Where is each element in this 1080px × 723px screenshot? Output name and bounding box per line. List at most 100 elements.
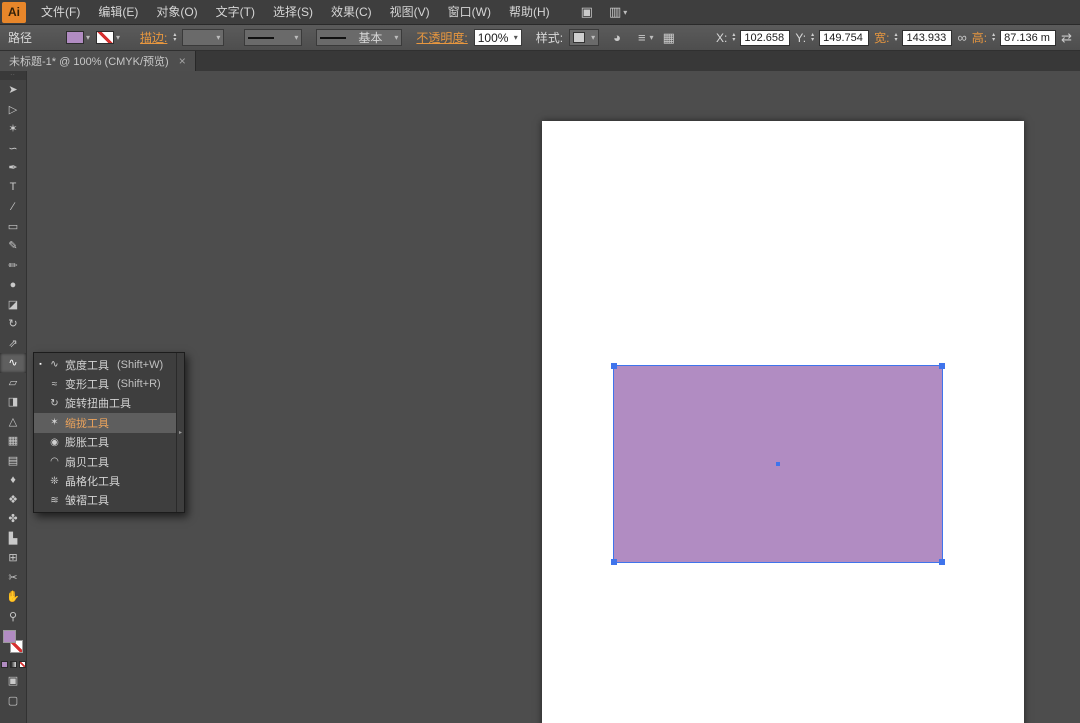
lasso-tool-icon[interactable]: ∽ xyxy=(0,139,26,159)
selected-rectangle[interactable] xyxy=(613,365,943,563)
x-input[interactable] xyxy=(740,30,790,46)
eraser-tool-icon[interactable]: ◪ xyxy=(0,295,26,315)
hand-tool-icon[interactable]: ✋ xyxy=(0,587,26,607)
screen-mode-button[interactable]: ▢ xyxy=(0,692,26,708)
menu-window[interactable]: 窗口(W) xyxy=(439,0,500,25)
stroke-color-control[interactable]: ▾ xyxy=(96,31,120,44)
opacity-dropdown[interactable]: 100% ▾ xyxy=(474,29,522,46)
type-tool-icon[interactable]: T xyxy=(0,178,26,198)
y-input[interactable] xyxy=(819,30,869,46)
slice-tool-icon[interactable]: ✂ xyxy=(0,568,26,588)
canvas[interactable]: ▪ ∿ 宽度工具 (Shift+W) ≈ 变形工具 (Shift+R) xyxy=(27,71,1080,723)
stepper-down-icon[interactable]: ▾ xyxy=(894,38,897,43)
twirl-tool-item[interactable]: ↻ 旋转扭曲工具 xyxy=(34,394,176,413)
perspective-grid-tool-icon[interactable]: △ xyxy=(0,412,26,432)
flyout-tool-label: 扇贝工具 xyxy=(65,454,109,470)
constrain-proportions-icon[interactable]: ∞ xyxy=(957,30,966,45)
width-tool-icon[interactable]: ∿ xyxy=(0,353,26,373)
menu-effect[interactable]: 效果(C) xyxy=(322,0,381,25)
width-tool-item[interactable]: ▪ ∿ 宽度工具 (Shift+W) xyxy=(34,355,176,374)
width-stepper[interactable]: ▴ ▾ xyxy=(894,33,897,43)
menu-select[interactable]: 选择(S) xyxy=(264,0,322,25)
x-stepper[interactable]: ▴ ▾ xyxy=(732,33,735,43)
arrange-documents-button[interactable]: ▥ ▾ xyxy=(609,4,627,20)
width-profile-dropdown[interactable]: ▾ xyxy=(244,29,302,46)
stepper-down-icon[interactable]: ▾ xyxy=(732,38,735,43)
scallop-tool-item[interactable]: ◠ 扇贝工具 xyxy=(34,452,176,471)
width-input[interactable] xyxy=(902,30,952,46)
menu-file[interactable]: 文件(F) xyxy=(32,0,89,25)
bridge-icon[interactable]: ▣ xyxy=(581,4,593,20)
artboard-tool-icon[interactable]: ⊞ xyxy=(0,548,26,568)
stepper-down-icon[interactable]: ▾ xyxy=(811,38,814,43)
stepper-down-icon[interactable]: ▾ xyxy=(173,38,176,43)
pencil-tool-icon[interactable]: ✏ xyxy=(0,256,26,276)
pen-tool-icon[interactable]: ✒ xyxy=(0,158,26,178)
drawing-mode-button[interactable]: ▣ xyxy=(0,672,26,688)
flyout-tool-icon: ✶ xyxy=(48,417,61,428)
recolor-artwork-icon[interactable]: ◕ xyxy=(613,30,621,45)
rotate-tool-icon[interactable]: ↻ xyxy=(0,314,26,334)
shape-builder-tool-icon[interactable]: ◨ xyxy=(0,392,26,412)
rectangle-tool-icon[interactable]: ▭ xyxy=(0,217,26,237)
pucker-tool-item[interactable]: ✶ 缩拢工具 xyxy=(34,413,176,432)
swap-dimensions-icon[interactable]: ⇄ xyxy=(1061,30,1072,46)
gradient-tool-icon[interactable]: ▤ xyxy=(0,451,26,471)
gradient-button[interactable] xyxy=(10,661,17,668)
align-control[interactable]: ≡ ▾ xyxy=(635,29,657,46)
tool-glyph: ➤ xyxy=(8,83,17,96)
screen-mode-icon: ▢ xyxy=(8,694,18,707)
paint-style-buttons xyxy=(0,661,26,668)
menu-edit[interactable]: 编辑(E) xyxy=(89,0,147,25)
bloat-tool-item[interactable]: ◉ 膨胀工具 xyxy=(34,433,176,452)
direct-selection-tool-icon[interactable]: ▷ xyxy=(0,100,26,120)
crystallize-tool-item[interactable]: ❊ 晶格化工具 xyxy=(34,471,176,490)
menu-help[interactable]: 帮助(H) xyxy=(500,0,559,25)
opacity-panel-link[interactable]: 不透明度: xyxy=(416,29,467,46)
color-button[interactable] xyxy=(1,661,8,668)
fill-color-control[interactable]: ▾ xyxy=(66,31,90,44)
height-stepper[interactable]: ▴ ▾ xyxy=(992,33,995,43)
anchor-handle-bottom-right[interactable] xyxy=(939,559,945,565)
wrinkle-tool-item[interactable]: ≋ 皱褶工具 xyxy=(34,491,176,510)
tearoff-strip[interactable]: ▸ xyxy=(176,353,184,512)
anchor-handle-top-left[interactable] xyxy=(611,363,617,369)
fill-color-swatch[interactable] xyxy=(3,630,16,643)
tools-panel-grip[interactable]: ∙∙ xyxy=(0,71,26,80)
eyedropper-tool-icon[interactable]: ♦ xyxy=(0,470,26,490)
menu-view[interactable]: 视图(V) xyxy=(381,0,439,25)
paintbrush-tool-icon[interactable]: ✎ xyxy=(0,236,26,256)
selection-tool-icon[interactable]: ➤ xyxy=(0,80,26,100)
menu-type[interactable]: 文字(T) xyxy=(207,0,264,25)
zoom-tool-icon[interactable]: ⚲ xyxy=(0,607,26,627)
stroke-panel-link[interactable]: 描边: xyxy=(140,29,167,46)
y-stepper[interactable]: ▴ ▾ xyxy=(811,33,814,43)
flyout-tool-icon: ≈ xyxy=(48,379,61,390)
blend-tool-icon[interactable]: ❖ xyxy=(0,490,26,510)
anchor-handle-bottom-left[interactable] xyxy=(611,559,617,565)
stroke-weight-dropdown[interactable]: ▾ xyxy=(182,29,224,46)
stroke-color-swatch[interactable] xyxy=(96,31,114,44)
style-dropdown[interactable]: ▾ xyxy=(569,29,599,46)
magic-wand-tool-icon[interactable]: ✶ xyxy=(0,119,26,139)
mesh-tool-icon[interactable]: ▦ xyxy=(0,431,26,451)
scale-tool-icon[interactable]: ⇗ xyxy=(0,334,26,354)
menu-object[interactable]: 对象(O) xyxy=(147,0,206,25)
line-segment-tool-icon[interactable]: ∕ xyxy=(0,197,26,217)
document-tab[interactable]: 未标题-1* @ 100% (CMYK/预览) × xyxy=(0,51,196,71)
fill-color-swatch[interactable] xyxy=(66,31,84,44)
column-graph-tool-icon[interactable]: ▙ xyxy=(0,529,26,549)
close-tab-icon[interactable]: × xyxy=(179,54,186,68)
none-button[interactable] xyxy=(19,661,26,668)
stepper-down-icon[interactable]: ▾ xyxy=(992,38,995,43)
transform-grid-icon[interactable]: ▦ xyxy=(663,30,675,46)
symbol-sprayer-tool-icon[interactable]: ✤ xyxy=(0,509,26,529)
free-transform-tool-icon[interactable]: ▱ xyxy=(0,373,26,393)
anchor-handle-top-right[interactable] xyxy=(939,363,945,369)
illustrator-app-icon[interactable]: Ai xyxy=(2,2,26,23)
stroke-weight-stepper[interactable]: ▴ ▾ xyxy=(173,33,176,43)
height-input[interactable] xyxy=(1000,30,1056,46)
warp-tool-item[interactable]: ≈ 变形工具 (Shift+R) xyxy=(34,374,176,393)
brush-definition-dropdown[interactable]: 基本 ▾ xyxy=(316,29,402,46)
blob-brush-tool-icon[interactable]: ● xyxy=(0,275,26,295)
